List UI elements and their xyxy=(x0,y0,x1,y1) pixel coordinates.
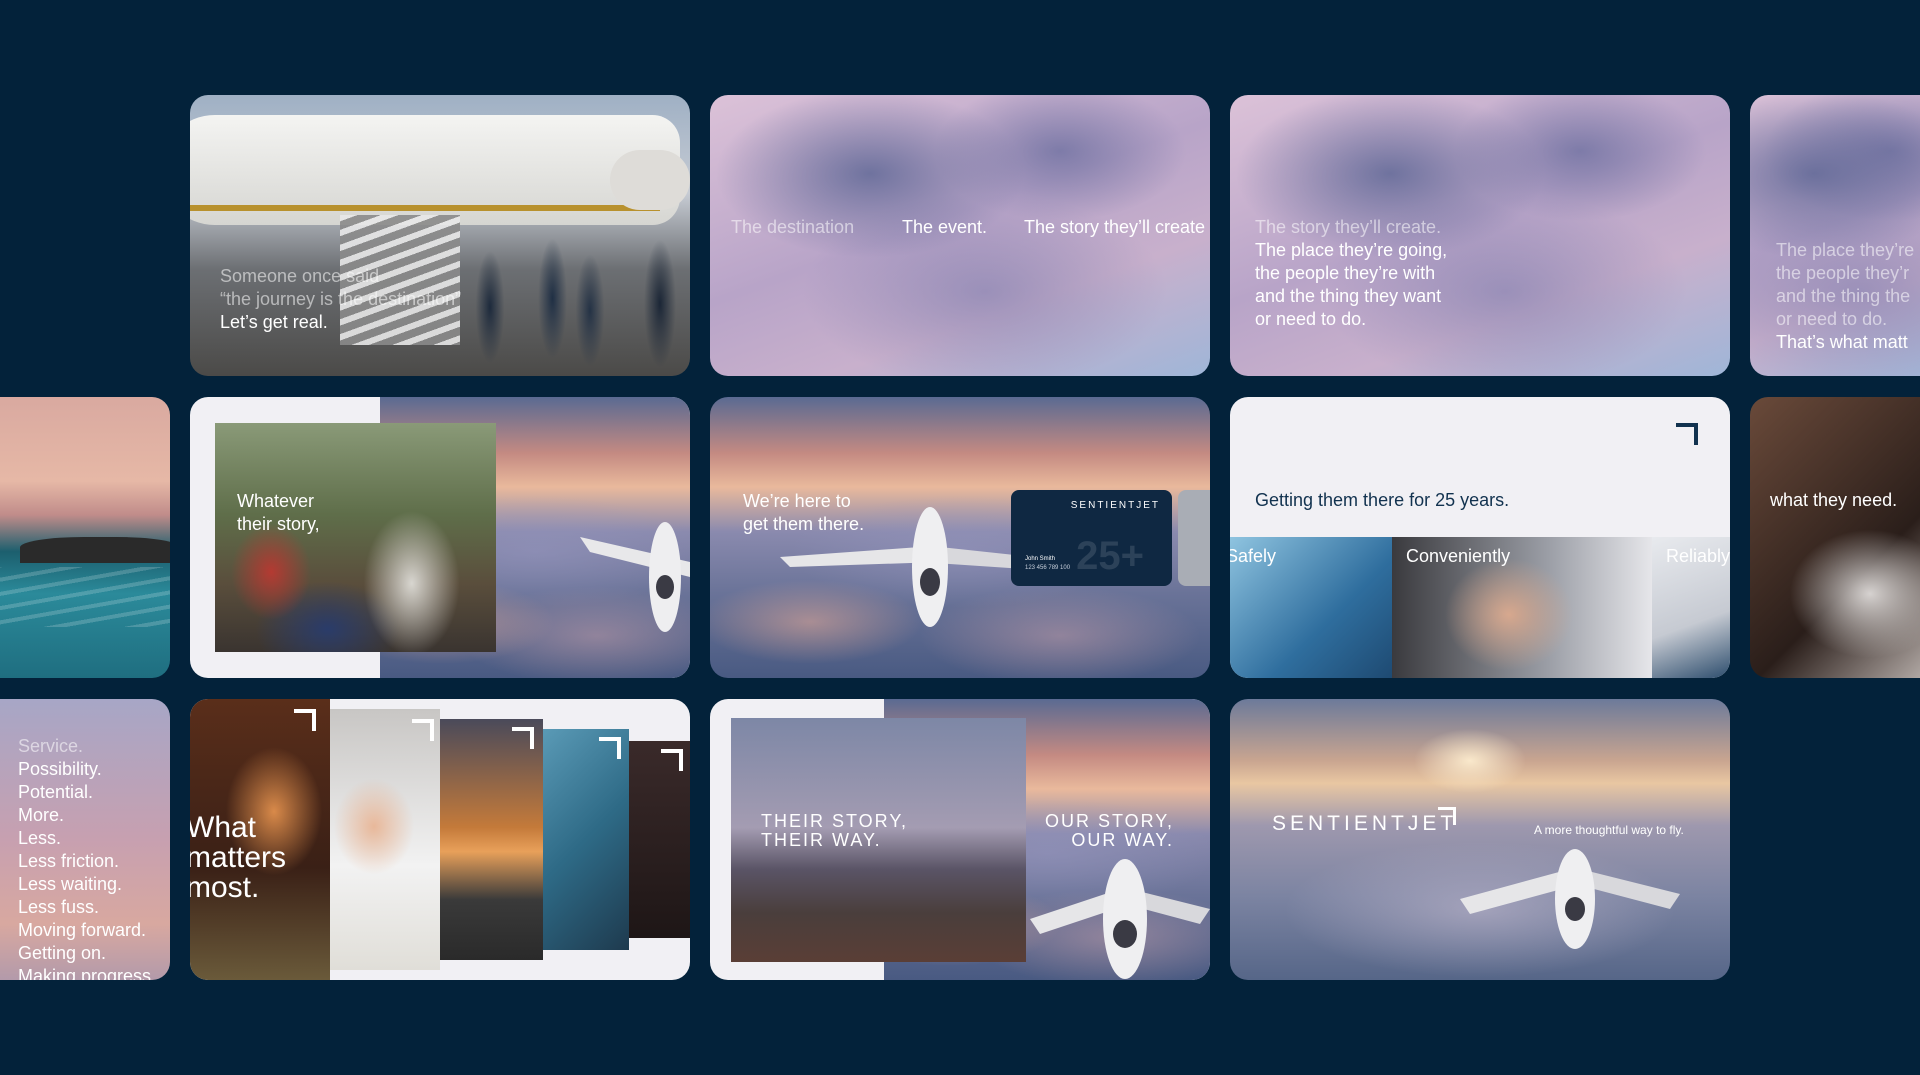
our-story-line-2: OUR WAY. xyxy=(1071,830,1174,850)
corner-mark-icon xyxy=(1438,807,1456,825)
tile-text-bright: Let’s get real. xyxy=(220,312,328,332)
tile-possibility-list[interactable]: Service. Possibility. Potential. More. L… xyxy=(0,699,170,980)
stack-photo-4 xyxy=(543,729,629,950)
panel-reliably-label: Reliably xyxy=(1666,546,1730,566)
list-line-service: Service. xyxy=(18,736,84,756)
tile-25-years[interactable]: Getting them there for 25 years. Safely … xyxy=(1230,397,1730,678)
panel-reliably[interactable]: Reliably xyxy=(1652,537,1730,678)
list-line-7: Less fuss. xyxy=(18,897,100,917)
partial-line-2: the people they’r xyxy=(1776,263,1910,283)
story-line-dim: The story they’ll create. xyxy=(1255,217,1442,237)
tile-text-dim-2: “the journey is the destination” xyxy=(220,289,462,309)
here-line-1: We’re here to xyxy=(743,491,851,511)
stack-photo-5 xyxy=(629,741,690,938)
list-line-2: Potential. xyxy=(18,782,94,802)
jet-icon xyxy=(580,522,690,632)
tile-clouds-partial[interactable]: The place they’re the people they’r and … xyxy=(1750,95,1920,376)
list-line-8: Moving forward. xyxy=(18,920,147,940)
list-line-3: More. xyxy=(18,805,65,825)
corner-mark-icon xyxy=(294,709,316,731)
corner-mark-icon xyxy=(661,749,683,771)
matters-line-3: most. xyxy=(190,871,260,904)
jet-engine xyxy=(610,150,690,210)
here-line-2: get them there. xyxy=(743,514,865,534)
card-number: 123 456 789 100 xyxy=(1025,565,1071,571)
matters-line-1: What xyxy=(190,811,257,844)
tile-what-they-need[interactable]: what they need. xyxy=(1750,397,1920,678)
place-line-2: the people they’re with xyxy=(1255,263,1436,283)
word-event: The event. xyxy=(902,217,988,237)
dinner-photo: Whatever their story, xyxy=(215,423,496,652)
card-big-text: 25+ xyxy=(1076,534,1144,578)
card-holder: John Smith xyxy=(1025,556,1056,562)
whatever-line-1: Whatever xyxy=(237,491,315,511)
corner-mark-icon xyxy=(512,727,534,749)
corner-mark-icon xyxy=(412,719,434,741)
partial-line-4: or need to do. xyxy=(1776,309,1888,329)
tile-here-to-get-them-there[interactable]: We’re here to get them there. SENTIENTJE… xyxy=(710,397,1210,678)
list-line-10: Making progress xyxy=(18,966,152,980)
stack-photo-3 xyxy=(440,719,543,960)
tile-sentientjet-brand[interactable]: SENTIENTJET A more thoughtful way to fly… xyxy=(1230,699,1730,980)
list-line-9: Getting on. xyxy=(18,943,107,963)
page: { "colors":{"background":"#03223a","navy… xyxy=(0,0,1920,1075)
list-line-1: Possibility. xyxy=(18,759,102,779)
panel-safely-label: Safely xyxy=(1230,546,1277,566)
brand-tagline: A more thoughtful way to fly. xyxy=(1534,823,1684,837)
tile-ocean-sunset[interactable] xyxy=(0,397,170,678)
list-line-6: Less waiting. xyxy=(18,874,123,894)
list-line-4: Less. xyxy=(18,828,62,848)
brand-wordmark: SENTIENTJET xyxy=(1272,812,1458,835)
corner-mark-icon xyxy=(1676,423,1698,445)
place-line-1: The place they’re going, xyxy=(1255,240,1448,260)
their-story-line-2: THEIR WAY. xyxy=(761,830,882,850)
panel-conveniently-label: Conveniently xyxy=(1406,546,1511,566)
place-line-3: and the thing they want xyxy=(1255,286,1442,306)
panel-safely[interactable]: Safely xyxy=(1230,537,1392,678)
beach-photo: THEIR STORY, THEIR WAY. xyxy=(731,718,1026,962)
tile-whatever-their-story[interactable]: Whatever their story, xyxy=(190,397,690,678)
stack-photo-2 xyxy=(330,709,440,970)
partial-line-3: and the thing the xyxy=(1776,286,1911,306)
word-destination: The destination xyxy=(731,217,855,237)
years-headline: Getting them there for 25 years. xyxy=(1255,490,1510,510)
list-line-5: Less friction. xyxy=(18,851,120,871)
wave-crest xyxy=(0,567,170,627)
tile-clouds-destination[interactable]: The destination The event. The story the… xyxy=(710,95,1210,376)
tile-clouds-place[interactable]: The story they’ll create. The place they… xyxy=(1230,95,1730,376)
card-partial xyxy=(1178,490,1210,586)
tile-text-dim-1: Someone once said xyxy=(220,266,380,286)
whatever-line-2: their story, xyxy=(237,514,320,534)
need-text: what they need. xyxy=(1770,490,1898,510)
membership-card[interactable]: SENTIENTJET 25+ John Smith 123 456 789 1… xyxy=(1011,490,1172,586)
word-story: The story they’ll create xyxy=(1024,217,1206,237)
card-brand: SENTIENTJET xyxy=(1070,500,1160,511)
stack-photo-1: What matters most. xyxy=(190,699,330,980)
tile-their-story-our-story[interactable]: THEIR STORY, THEIR WAY. OUR STORY, OUR W… xyxy=(710,699,1210,980)
passenger-group xyxy=(440,205,690,375)
corner-mark-icon xyxy=(599,737,621,759)
panel-conveniently[interactable]: Conveniently xyxy=(1392,537,1652,678)
matters-line-2: matters xyxy=(190,841,287,874)
tile-what-matters-most[interactable]: What matters most. xyxy=(190,699,690,980)
tile-boarding-jet[interactable]: Someone once said “the journey is the de… xyxy=(190,95,690,376)
island-silhouette xyxy=(20,537,170,563)
place-line-4: or need to do. xyxy=(1255,309,1367,329)
partial-line-bright: That’s what matt xyxy=(1776,332,1908,352)
partial-line-1: The place they’re xyxy=(1776,240,1915,260)
